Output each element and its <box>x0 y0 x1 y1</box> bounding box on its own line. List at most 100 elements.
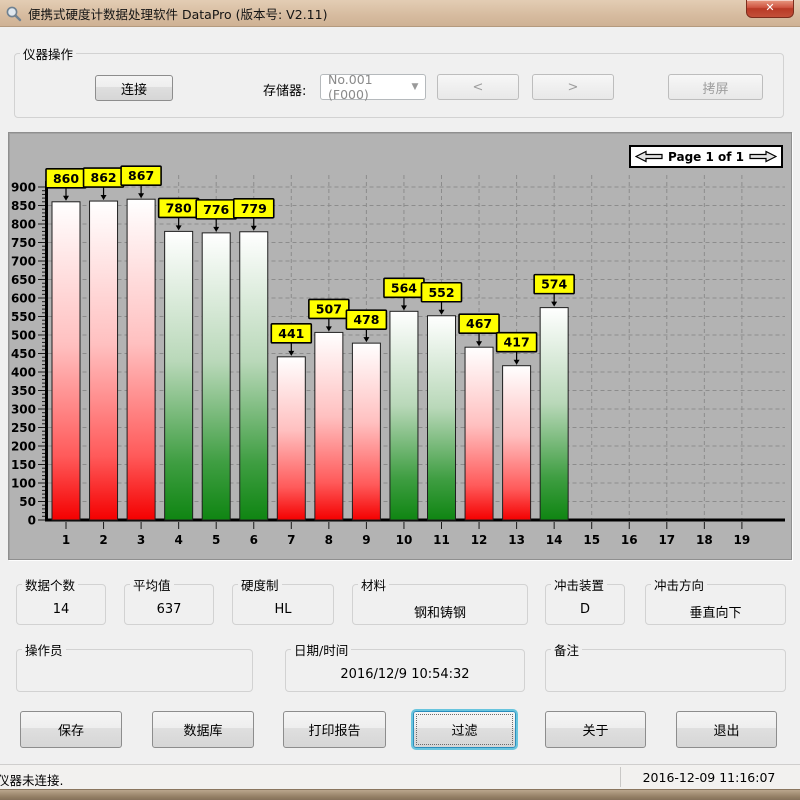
x-tick-label: 19 <box>734 533 751 547</box>
y-tick-label: 400 <box>11 366 36 380</box>
field-hardness-scale-label: 硬度制 <box>238 575 282 594</box>
bar-callout-arrow <box>551 302 557 307</box>
field-data-count: 数据个数 14 <box>16 575 106 625</box>
y-tick-label: 100 <box>11 477 36 491</box>
bar-callout-arrow <box>213 227 219 232</box>
y-tick-label: 300 <box>11 403 36 417</box>
bar <box>277 357 305 520</box>
storage-select-value: No.001 (F000) <box>321 72 405 102</box>
close-button[interactable]: ✕ <box>746 0 794 18</box>
bar-callout-arrow <box>514 360 520 365</box>
field-hardness-scale-value: HL <box>233 602 333 617</box>
x-tick-label: 13 <box>508 533 525 547</box>
title-bar: 便携式硬度计数据处理软件 DataPro (版本号: V2.11) ✕ <box>0 0 800 27</box>
field-datetime-value: 2016/12/9 10:54:32 <box>286 667 524 682</box>
about-button[interactable]: 关于 <box>545 711 646 748</box>
x-tick-label: 9 <box>362 533 370 547</box>
bar-callout-arrow <box>439 310 445 315</box>
field-operator: 操作员 <box>16 640 253 692</box>
field-impact-direction-value: 垂直向下 <box>646 602 785 621</box>
bar <box>52 202 80 520</box>
bar-value-label: 574 <box>541 277 567 292</box>
storage-select[interactable]: No.001 (F000) ▼ <box>320 74 426 100</box>
x-tick-label: 17 <box>658 533 675 547</box>
field-average: 平均值 637 <box>124 575 214 625</box>
field-impact-device-label: 冲击装置 <box>551 575 607 594</box>
page-next-icon[interactable] <box>747 150 777 163</box>
field-data-count-value: 14 <box>17 602 105 617</box>
prev-record-button[interactable]: < <box>437 74 519 100</box>
page-indicator: Page 1 of 1 <box>668 150 744 164</box>
bar-value-label: 417 <box>504 335 530 350</box>
chevron-down-icon: ▼ <box>405 82 425 92</box>
status-bar: 仪器未连接. 2016-12-09 11:16:07 <box>0 764 800 789</box>
bar-callout-arrow <box>101 195 107 200</box>
field-material: 材料 钢和铸钢 <box>352 575 528 625</box>
bar <box>315 332 343 520</box>
y-tick-label: 900 <box>11 181 36 195</box>
y-tick-label: 450 <box>11 347 36 361</box>
field-impact-direction-label: 冲击方向 <box>651 575 707 594</box>
bar-value-label: 467 <box>466 316 492 331</box>
x-tick-label: 12 <box>471 533 488 547</box>
x-tick-label: 1 <box>62 533 70 547</box>
field-impact-direction: 冲击方向 垂直向下 <box>645 575 786 625</box>
y-tick-label: 0 <box>28 514 36 528</box>
x-tick-label: 16 <box>621 533 638 547</box>
bar-value-label: 564 <box>391 280 417 295</box>
filter-button[interactable]: 过滤 <box>413 711 516 748</box>
y-tick-label: 200 <box>11 440 36 454</box>
status-datetime: 2016-12-09 11:16:07 <box>621 770 797 785</box>
y-tick-label: 800 <box>11 218 36 232</box>
y-tick-label: 250 <box>11 421 36 435</box>
app-window: 便携式硬度计数据处理软件 DataPro (版本号: V2.11) ✕ 仪器操作… <box>0 0 800 800</box>
field-data-count-label: 数据个数 <box>22 575 78 594</box>
save-button[interactable]: 保存 <box>20 711 122 748</box>
y-tick-label: 850 <box>11 199 36 213</box>
y-tick-label: 550 <box>11 310 36 324</box>
bar-callout-arrow <box>401 305 407 310</box>
x-tick-label: 5 <box>212 533 220 547</box>
field-operator-label: 操作员 <box>22 640 66 659</box>
bar <box>503 366 531 520</box>
bar <box>428 316 456 520</box>
bar-callout-arrow <box>476 341 482 346</box>
bar <box>165 231 193 520</box>
bar-value-label: 780 <box>166 200 192 215</box>
x-tick-label: 11 <box>433 533 450 547</box>
storage-label: 存储器: <box>263 80 306 99</box>
bar-value-label: 441 <box>278 326 304 341</box>
field-impact-device: 冲击装置 D <box>545 575 625 625</box>
bar-callout-arrow <box>138 193 144 198</box>
bar-callout-arrow <box>363 337 369 342</box>
window-bottom-frame <box>0 789 800 800</box>
bar-value-label: 779 <box>241 201 267 216</box>
bar <box>352 343 380 520</box>
bar <box>540 308 568 520</box>
field-datetime-label: 日期/时间 <box>291 640 351 659</box>
copy-screen-button[interactable]: 拷屏 <box>668 74 763 100</box>
field-average-value: 637 <box>125 602 213 617</box>
y-tick-label: 350 <box>11 384 36 398</box>
print-report-button[interactable]: 打印报告 <box>283 711 386 748</box>
x-tick-label: 3 <box>137 533 145 547</box>
database-button[interactable]: 数据库 <box>152 711 254 748</box>
field-material-value: 钢和铸钢 <box>353 602 527 621</box>
y-tick-label: 650 <box>11 273 36 287</box>
exit-button[interactable]: 退出 <box>676 711 777 748</box>
field-remarks-label: 备注 <box>551 640 582 659</box>
x-tick-label: 18 <box>696 533 713 547</box>
app-icon <box>5 5 22 22</box>
window-title: 便携式硬度计数据处理软件 DataPro (版本号: V2.11) <box>28 4 327 23</box>
field-hardness-scale: 硬度制 HL <box>232 575 334 625</box>
bar-value-label: 862 <box>91 170 117 185</box>
connect-button[interactable]: 连接 <box>95 75 173 101</box>
x-tick-label: 7 <box>287 533 295 547</box>
instrument-groupbox-title: 仪器操作 <box>20 44 76 63</box>
page-prev-icon[interactable] <box>635 150 665 163</box>
chart-panel: Page 1 of 1 0 50 1 <box>8 132 792 560</box>
y-tick-label: 50 <box>19 495 36 509</box>
bar <box>90 201 118 520</box>
bar-callout-arrow <box>176 225 182 230</box>
next-record-button[interactable]: > <box>532 74 614 100</box>
